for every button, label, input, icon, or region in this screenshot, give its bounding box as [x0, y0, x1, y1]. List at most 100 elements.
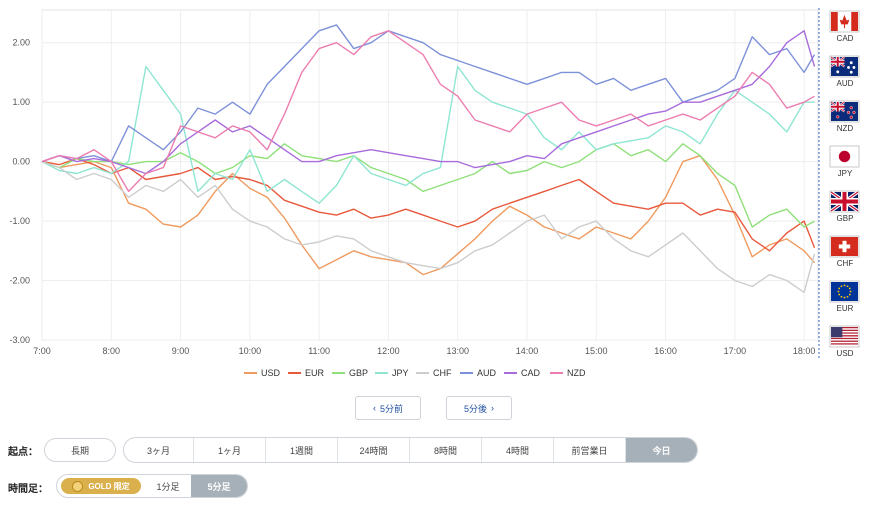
legend-label: GBP — [349, 368, 369, 378]
start-point-label: 起点： — [8, 447, 38, 458]
legend-label: USD — [261, 368, 281, 378]
y-tick-label: -2.00 — [9, 276, 30, 286]
legend-item-jpy[interactable]: JPY — [375, 368, 409, 378]
start-option-button[interactable]: 8時間 — [410, 438, 482, 462]
flag-eur-icon — [829, 280, 860, 303]
gold-limited-badge: GOLD 限定 — [61, 478, 141, 494]
legend-label: JPY — [392, 368, 409, 378]
start-option-label: 前営業日 — [571, 445, 608, 456]
y-tick-label: 0.00 — [12, 157, 30, 167]
flag-usd-icon — [829, 325, 860, 348]
timeframe-label: 時間足： — [8, 484, 48, 495]
legend-label: EUR — [305, 368, 325, 378]
start-option-button[interactable]: 1週間 — [266, 438, 338, 462]
start-option-button[interactable]: 4時間 — [482, 438, 554, 462]
flag-aud-icon — [829, 55, 860, 78]
x-tick-label: 13:00 — [446, 346, 469, 356]
flag-panel: CAD AUD NZD JPY GBP CHF EUR USD — [818, 8, 860, 360]
legend-swatch — [375, 372, 388, 374]
flag-button-gbp[interactable]: GBP — [829, 190, 860, 223]
x-tick-label: 15:00 — [585, 346, 608, 356]
x-tick-label: 12:00 — [377, 346, 400, 356]
legend-swatch — [332, 372, 345, 374]
legend-swatch — [288, 372, 301, 374]
flag-gbp-icon — [829, 190, 860, 213]
legend-swatch — [460, 372, 473, 374]
chevron-left-icon: ‹ — [372, 403, 376, 413]
start-option-label: 4時間 — [505, 445, 529, 456]
flag-label: NZD — [837, 124, 854, 133]
legend-item-nzd[interactable]: NZD — [550, 368, 586, 378]
start-option-button[interactable]: 今日 — [626, 438, 697, 462]
y-tick-label: -3.00 — [9, 335, 30, 345]
start-option-label: 1週間 — [289, 445, 313, 456]
legend-item-aud[interactable]: AUD — [460, 368, 496, 378]
start-option-label: 今日 — [652, 445, 671, 456]
timeframe-selector: GOLD 限定 1分足 5分足 — [56, 474, 248, 498]
flag-chf-icon — [829, 235, 860, 258]
x-tick-label: 16:00 — [654, 346, 677, 356]
prev-5min-button[interactable]: ‹ 5分前 — [355, 396, 421, 420]
flag-label: USD — [837, 349, 854, 358]
flag-cad-icon — [829, 10, 860, 33]
legend-swatch — [504, 372, 517, 374]
legend-swatch — [416, 372, 429, 374]
legend-item-cad[interactable]: CAD — [504, 368, 540, 378]
prev-5min-label: 5分前 — [379, 403, 403, 414]
start-option-button[interactable]: 3ヶ月 — [124, 438, 194, 462]
start-option-button[interactable]: 24時間 — [338, 438, 410, 462]
next-5min-label: 5分後 — [463, 403, 487, 414]
flag-nzd-icon — [829, 100, 860, 123]
timeframe-5min-button[interactable]: 5分足 — [191, 475, 247, 497]
flag-label: CHF — [837, 259, 854, 268]
flag-button-jpy[interactable]: JPY — [829, 145, 860, 178]
legend-swatch — [244, 372, 257, 374]
legend-swatch — [550, 372, 563, 374]
flag-button-cad[interactable]: CAD — [829, 10, 860, 43]
legend-label: CAD — [521, 368, 541, 378]
legend-item-chf[interactable]: CHF — [416, 368, 452, 378]
legend-label: NZD — [567, 368, 586, 378]
timeframe-1min-button[interactable]: 1分足 — [145, 475, 191, 497]
x-tick-label: 8:00 — [103, 346, 121, 356]
flag-jpy-icon — [829, 145, 860, 168]
start-point-selector: 3ヶ月 1ヶ月 1週間 24時間 8時間 4時間 前営業日 今日 — [123, 437, 698, 463]
y-tick-label: 1.00 — [12, 97, 30, 107]
chart-legend: USD EUR GBP JPY CHF AUD CAD NZD — [236, 368, 596, 382]
grid — [41, 9, 819, 341]
flag-label: JPY — [838, 169, 853, 178]
flag-label: AUD — [837, 79, 854, 88]
start-option-button[interactable]: 1ヶ月 — [194, 438, 266, 462]
chart: 2.00 1.00 0.00 -1.00 -2.00 -3.007:00 8:00 9:00 1… — [9, 8, 860, 360]
next-5min-button[interactable]: 5分後 › — [446, 396, 512, 420]
x-tick-label: 14:00 — [516, 346, 539, 356]
flag-button-eur[interactable]: EUR — [829, 280, 860, 313]
start-option-button[interactable]: 前営業日 — [554, 438, 626, 462]
legend-item-gbp[interactable]: GBP — [332, 368, 368, 378]
timeframe-5min-label: 5分足 — [207, 481, 231, 492]
chevron-right-icon: › — [491, 403, 494, 413]
start-long-button[interactable]: 長期 — [44, 438, 116, 462]
flag-button-usd[interactable]: USD — [829, 325, 860, 358]
start-option-label: 1ヶ月 — [217, 445, 241, 456]
legend-item-usd[interactable]: USD — [244, 368, 280, 378]
flag-button-chf[interactable]: CHF — [829, 235, 860, 268]
x-tick-label: 10:00 — [239, 346, 262, 356]
flag-button-nzd[interactable]: NZD — [829, 100, 860, 133]
y-tick-label: 2.00 — [12, 38, 30, 48]
plot-area — [41, 9, 819, 341]
x-tick-label: 7:00 — [33, 346, 51, 356]
legend-item-eur[interactable]: EUR — [288, 368, 324, 378]
legend-label: AUD — [477, 368, 497, 378]
x-tick-label: 11:00 — [308, 346, 330, 356]
flag-label: CAD — [837, 34, 854, 43]
legend-label: CHF — [433, 368, 452, 378]
start-long-label: 長期 — [70, 445, 89, 456]
timeframe-1min-label: 1分足 — [156, 481, 180, 492]
gold-coin-icon — [72, 480, 84, 492]
x-tick-label: 17:00 — [724, 346, 747, 356]
flag-button-aud[interactable]: AUD — [829, 55, 860, 88]
x-tick-label: 9:00 — [172, 346, 190, 356]
start-option-label: 8時間 — [433, 445, 457, 456]
flag-label: GBP — [837, 214, 854, 223]
